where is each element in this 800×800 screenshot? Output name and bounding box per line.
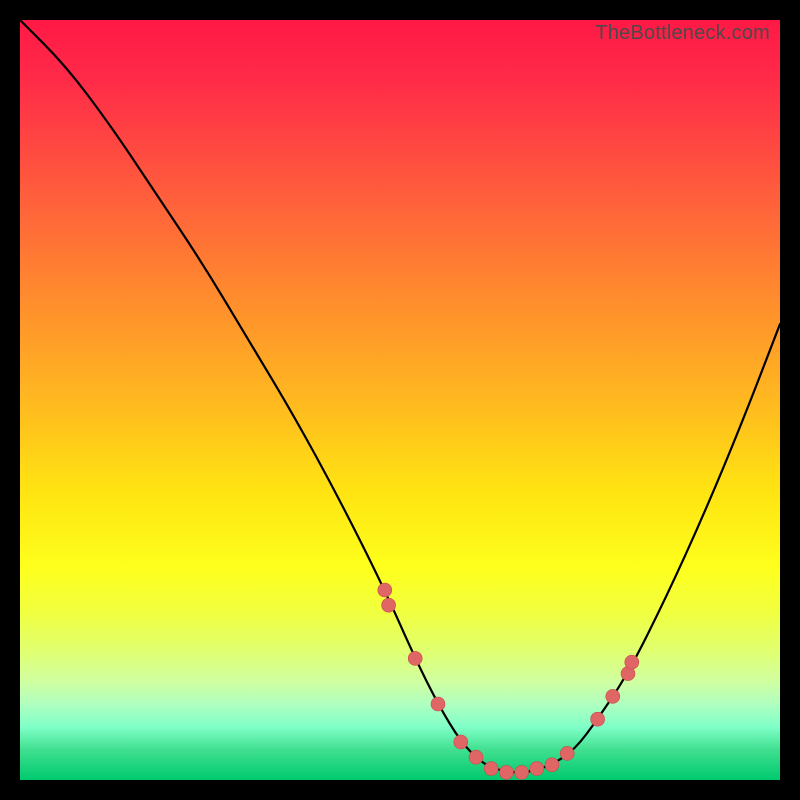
curve-marker — [591, 712, 605, 726]
curve-marker — [606, 689, 620, 703]
curve-marker — [431, 697, 445, 711]
curve-marker — [560, 746, 574, 760]
curve-marker — [515, 765, 529, 779]
curve-marker — [378, 583, 392, 597]
curve-marker — [408, 651, 422, 665]
curve-marker — [530, 762, 544, 776]
curve-marker — [454, 735, 468, 749]
curve-marker — [625, 655, 639, 669]
curve-marker — [382, 598, 396, 612]
curve-marker — [499, 765, 513, 779]
curve-marker — [469, 750, 483, 764]
marker-group — [378, 583, 639, 779]
bottleneck-curve — [20, 20, 780, 772]
curve-marker — [545, 758, 559, 772]
curve-marker — [484, 762, 498, 776]
watermark-text: TheBottleneck.com — [595, 22, 770, 45]
chart-frame: TheBottleneck.com — [20, 20, 780, 780]
chart-svg — [20, 20, 780, 780]
